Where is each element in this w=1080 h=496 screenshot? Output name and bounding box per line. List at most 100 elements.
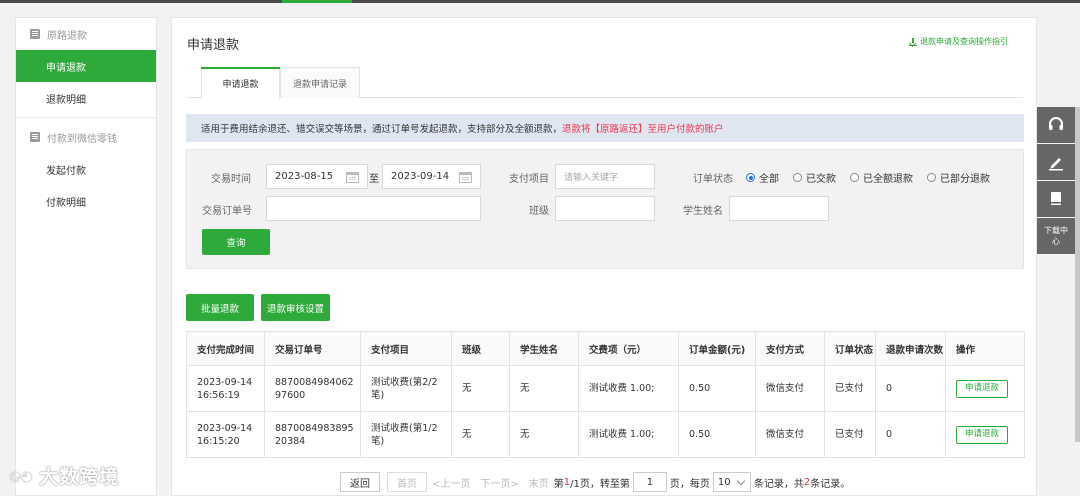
guide-link[interactable]: 退款申请及查询操作指引 [909, 36, 1008, 47]
status-radio-partial-refund[interactable]: 已部分退款 [927, 170, 990, 185]
sidebar-item-payment-detail[interactable]: 付款明细 [16, 185, 156, 217]
radio-dot [746, 173, 755, 182]
back-button[interactable]: 返回 [340, 472, 380, 492]
goto-page-input[interactable]: 1 [632, 472, 667, 492]
watermark: ◔◕ 大数跨境 [10, 462, 119, 489]
scrollbar[interactable] [1075, 107, 1080, 442]
calendar-icon [459, 172, 472, 183]
table-cell: 887008498389520384 [264, 411, 361, 458]
apply-refund-button[interactable]: 申请退款 [956, 425, 1008, 444]
sidebar-group-payment: 付款到微信零钱 [16, 121, 156, 153]
order-no-input[interactable] [266, 196, 481, 221]
table-cell: 测试收费 1.00; [578, 365, 679, 412]
table-cell: 微信支付 [755, 411, 825, 458]
column-header: 支付完成时间 [186, 331, 265, 366]
status-radio-all[interactable]: 全部 [746, 170, 779, 185]
top-bar-accent [282, 0, 352, 3]
review-settings-button[interactable]: 退款审核设置 [261, 294, 330, 321]
radio-dot [850, 173, 859, 182]
top-bar [0, 0, 1080, 3]
feedback-button[interactable] [1037, 144, 1075, 180]
sidebar: 原路退款 申请退款 退款明细 付款到微信零钱 发起付款 付款明细 [15, 17, 157, 496]
goto-label: 转至第 [599, 478, 630, 490]
orders-table: 支付完成时间 交易订单号 支付项目 班级 学生姓名 交费项（元） 订单金额(元)… [186, 331, 1025, 458]
last-page-link[interactable]: 末页 [529, 475, 549, 490]
apply-refund-button[interactable]: 申请退款 [956, 379, 1008, 398]
first-page-button[interactable]: 首页 [387, 472, 427, 492]
status-radio-full-refund[interactable]: 已全额退款 [850, 170, 913, 185]
sidebar-divider [16, 117, 156, 118]
tab-apply-refund[interactable]: 申请退款 [201, 67, 280, 99]
batch-refund-button[interactable]: 批量退款 [186, 294, 254, 321]
list-icon [30, 29, 40, 39]
column-header: 操作 [945, 331, 1025, 366]
date-to-input[interactable]: 2023-09-14 [382, 164, 481, 189]
status-radio-paid[interactable]: 已交款 [793, 170, 836, 185]
radio-label: 已部分退款 [940, 174, 990, 185]
next-page-link[interactable]: 下一页> [480, 475, 518, 490]
student-label: 学生姓名 [683, 206, 723, 217]
page-unit: 页， [669, 478, 690, 490]
sidebar-item-initiate-payment[interactable]: 发起付款 [16, 153, 156, 185]
class-label: 班级 [529, 206, 549, 217]
watermark-text: 大数跨境 [38, 466, 119, 488]
table-cell: 0.50 [678, 411, 756, 458]
query-button[interactable]: 查询 [202, 229, 270, 255]
headset-icon [1049, 117, 1063, 130]
per-page-label: 每页 [689, 478, 710, 490]
customer-service-button[interactable] [1037, 107, 1075, 143]
table-cell: 887008498406297600 [264, 365, 361, 412]
tab-refund-records[interactable]: 退款申请记录 [280, 67, 360, 98]
table-cell: 2023-09-14 16:56:19 [186, 365, 265, 412]
manual-button[interactable] [1037, 181, 1075, 217]
column-header: 班级 [451, 331, 510, 366]
table-cell: 0.50 [678, 365, 756, 412]
pay-item-input[interactable]: 请输入关键字 [555, 164, 655, 189]
to-label: 至 [369, 174, 379, 185]
total-prefix: 共 [793, 478, 804, 490]
column-header: 订单金额(元) [678, 331, 756, 366]
table-row: 2023-09-14 16:56:19 887008498406297600 测… [186, 365, 1025, 412]
column-header: 支付方式 [755, 331, 825, 366]
watermark-logo-icon: ◔◕ [10, 468, 33, 483]
student-input[interactable] [729, 196, 829, 221]
time-label: 交易时间 [211, 174, 251, 185]
sidebar-group-label: 原路退款 [47, 30, 87, 42]
table-cell: 0 [875, 411, 946, 458]
sidebar-item-refund-detail[interactable]: 退款明细 [16, 82, 156, 114]
table-cell: 2023-09-14 16:15:20 [186, 411, 265, 458]
column-header: 学生姓名 [509, 331, 579, 366]
sidebar-group-label: 付款到微信零钱 [47, 133, 117, 145]
prev-page-link[interactable]: <上一页 [432, 475, 470, 490]
table-header-row: 支付完成时间 交易订单号 支付项目 班级 学生姓名 交费项（元） 订单金额(元)… [186, 331, 1025, 366]
table-cell: 测试收费(第2/2笔) [360, 365, 452, 412]
download-icon [909, 37, 917, 46]
notice-warning: 退款将【原路返还】至用户付款的账户 [562, 124, 724, 135]
column-header: 退款申请次数 [875, 331, 946, 366]
table-cell: 微信支付 [755, 365, 825, 412]
column-header: 支付项目 [360, 331, 452, 366]
total-suffix: 条记录。 [810, 478, 851, 490]
pay-item-placeholder: 请输入关键字 [564, 173, 619, 183]
table-cell: 申请退款 [945, 365, 1025, 412]
download-center-button[interactable]: 下载中心 [1037, 218, 1075, 254]
radio-label: 全部 [759, 174, 779, 185]
pencil-icon [1049, 158, 1063, 171]
radio-label: 已全额退款 [863, 174, 913, 185]
records-label: 条记录， [753, 478, 794, 490]
per-page-select[interactable]: 10 [712, 472, 751, 492]
status-label: 订单状态 [693, 174, 733, 185]
table-cell: 已支付 [824, 365, 876, 412]
calendar-icon [346, 172, 359, 183]
pay-item-label: 支付项目 [509, 174, 549, 185]
table-cell: 无 [451, 365, 510, 412]
table-row: 2023-09-14 16:15:20 887008498389520384 测… [186, 411, 1025, 458]
sidebar-item-apply-refund[interactable]: 申请退款 [16, 50, 156, 82]
date-from-input[interactable]: 2023-08-15 [266, 164, 368, 189]
class-input[interactable] [555, 196, 655, 221]
filter-panel: 交易时间 2023-08-15 至 2023-09-14 支付项目 请输入关键字… [186, 149, 1024, 269]
order-no-label: 交易订单号 [202, 206, 252, 217]
page-info-suffix: /1页， [570, 478, 600, 490]
table-cell: 测试收费 1.00; [578, 411, 679, 458]
page-info-prefix: 第 [553, 478, 564, 490]
